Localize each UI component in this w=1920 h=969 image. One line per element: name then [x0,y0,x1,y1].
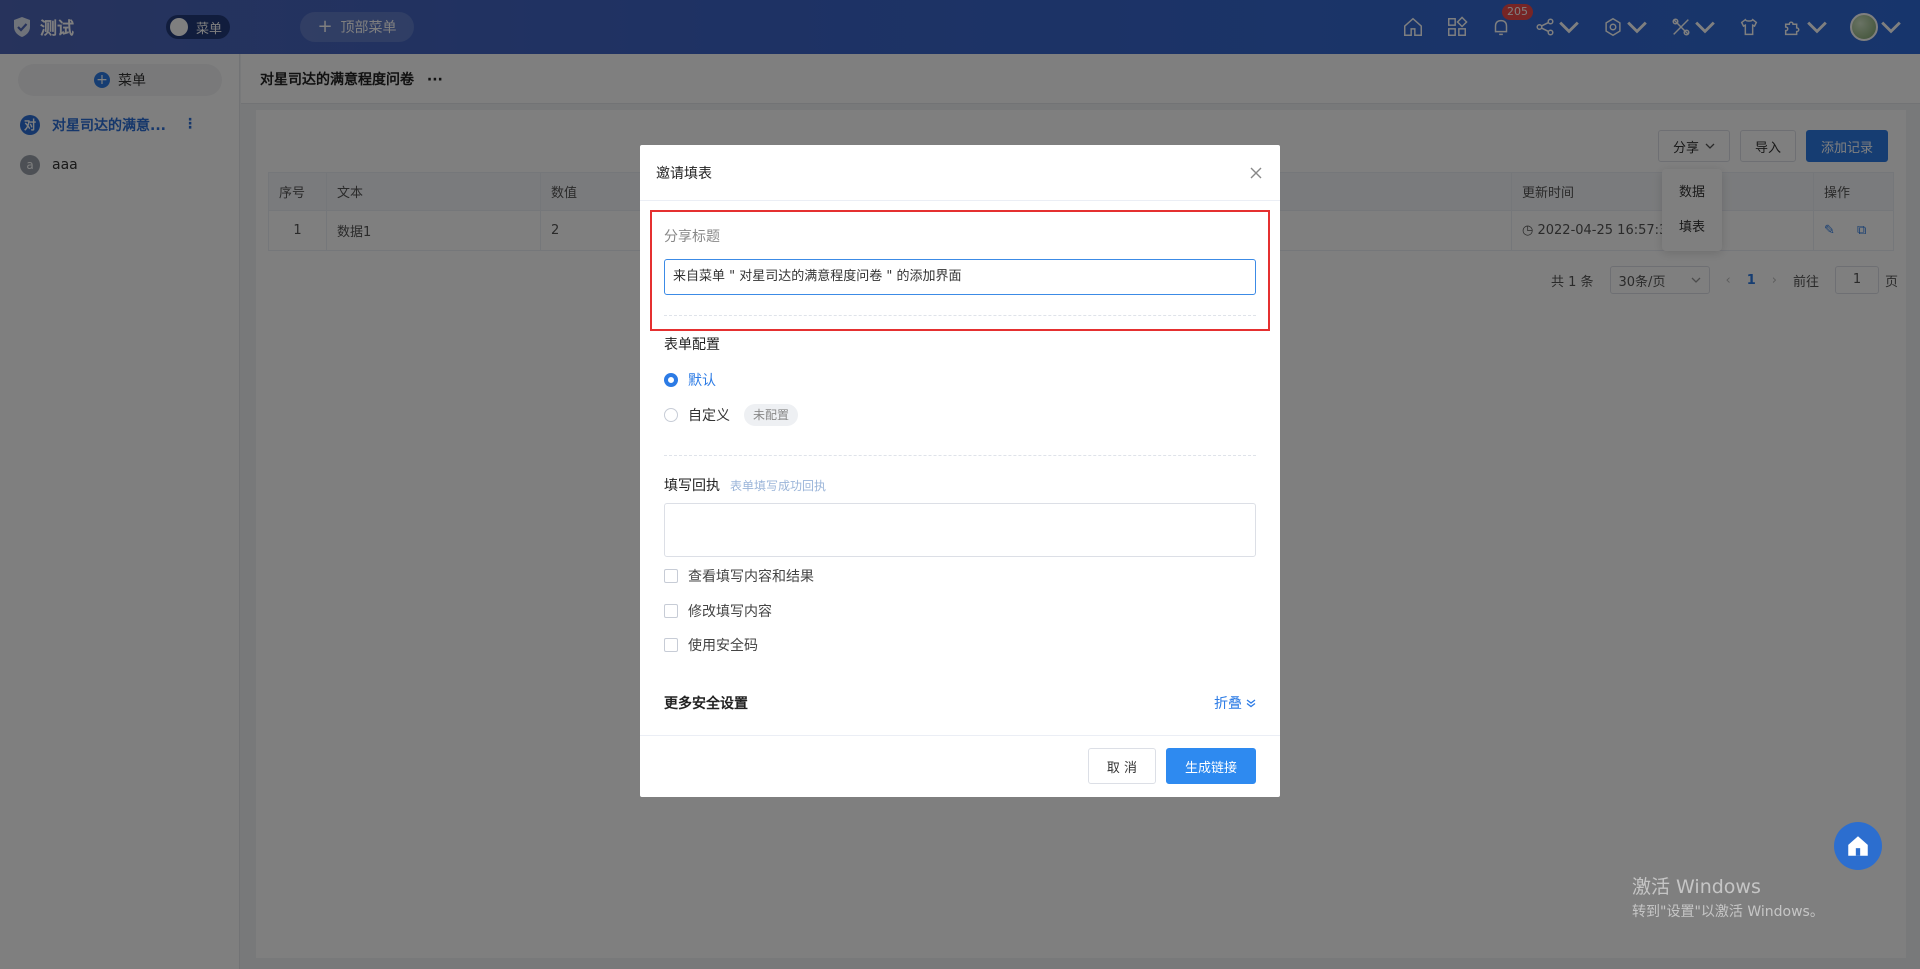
invite-fill-dialog: 邀请填表 分享标题 来自菜单 " 对星司达的满意程度问卷 " 的添加界面 表单配… [640,145,1280,797]
checkbox-label: 使用安全码 [688,638,758,654]
receipt-textarea[interactable] [664,503,1256,557]
collapse-toggle[interactable]: 折叠 [1214,693,1256,713]
generate-link-button[interactable]: 生成链接 [1165,748,1256,784]
checkbox-label: 查看填写内容和结果 [688,569,814,585]
dialog-title: 邀请填表 [656,165,712,182]
checkbox-security-code[interactable]: 使用安全码 [664,635,758,655]
home-icon [1848,836,1868,856]
more-security-title: 更多安全设置 [664,696,748,712]
radio-custom-label: 自定义 [688,408,730,424]
dialog-header: 邀请填表 [640,145,1280,201]
checkbox-view-results[interactable]: 查看填写内容和结果 [664,566,814,586]
checkbox [664,604,678,618]
checkbox-label: 修改填写内容 [688,604,772,620]
cancel-button[interactable]: 取 消 [1087,748,1156,784]
radio-button [664,408,678,422]
radio-default[interactable]: 默认 [664,370,716,390]
receipt-section: 填写回执 表单填写成功回执 [664,475,826,495]
divider [664,315,1256,316]
windows-activation-watermark: 激活 Windows 转到"设置"以激活 Windows。 [1632,872,1824,921]
watermark-line1: 激活 Windows [1632,876,1761,898]
form-config-title: 表单配置 [664,337,720,353]
chevron-down-icon [1246,699,1256,708]
radio-default-label: 默认 [688,373,716,389]
share-title-label: 分享标题 [664,229,720,245]
divider [664,455,1256,456]
radio-custom[interactable]: 自定义 未配置 [664,404,799,426]
checkbox-edit-content[interactable]: 修改填写内容 [664,601,772,621]
checkbox [664,638,678,652]
radio-button [664,373,678,387]
checkbox [664,569,678,583]
receipt-title: 填写回执 [664,478,720,494]
dialog-footer: 取 消 生成链接 [640,735,1280,797]
watermark-line2: 转到"设置"以激活 Windows。 [1632,904,1824,920]
close-icon[interactable] [1248,165,1264,181]
more-security-row: 更多安全设置 折叠 [664,693,1256,713]
collapse-label: 折叠 [1214,696,1242,712]
dialog-buttons: 取 消 生成链接 [1087,748,1256,784]
status-badge: 未配置 [744,404,799,426]
receipt-hint: 表单填写成功回执 [730,478,827,493]
floating-home-button[interactable] [1834,822,1882,870]
share-title-input[interactable]: 来自菜单 " 对星司达的满意程度问卷 " 的添加界面 [664,259,1256,295]
